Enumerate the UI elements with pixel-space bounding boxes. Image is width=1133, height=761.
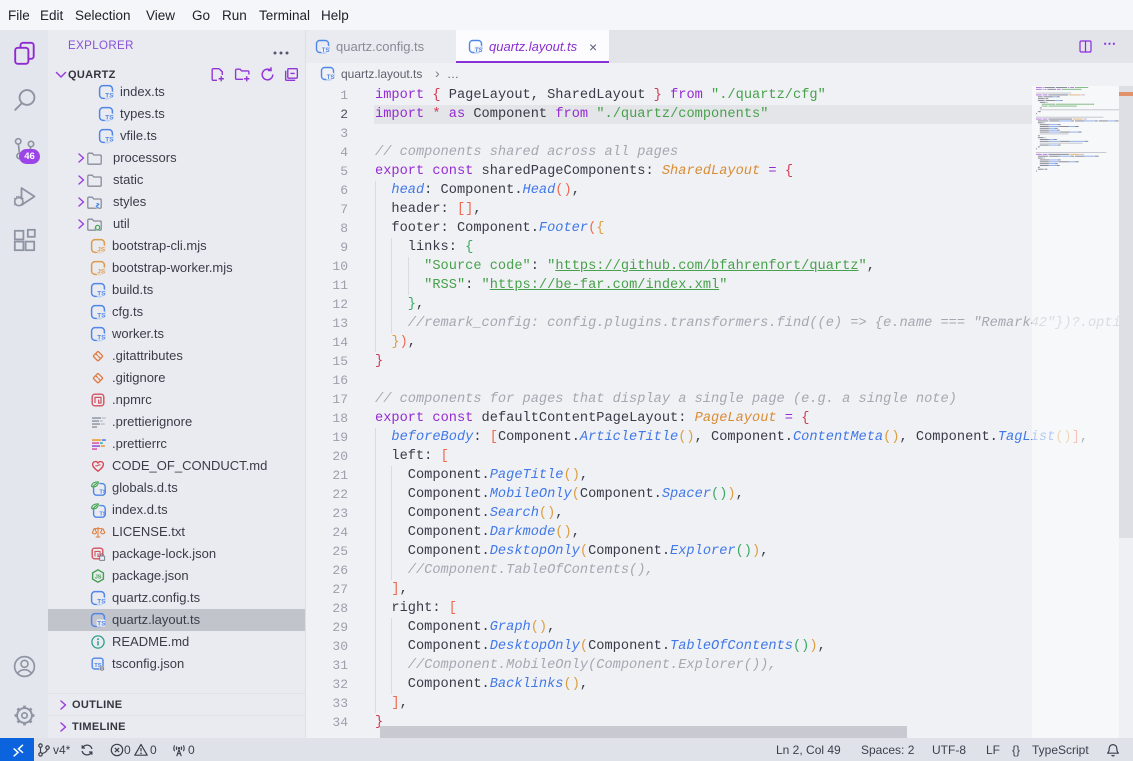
svg-text:TS: TS [327,75,335,81]
svg-text:JS: JS [95,575,102,581]
svg-text:TS: TS [97,621,106,628]
svg-text:JS: JS [97,247,106,254]
svg-text:TS: TS [97,335,106,342]
svg-text:TS: TS [322,48,330,54]
svg-text:TS: TS [99,490,106,496]
svg-text:TS: TS [475,48,483,54]
svg-text:JS: JS [97,269,106,276]
svg-text:TS: TS [105,137,114,144]
svg-text:TS: TS [105,115,114,122]
svg-text:TS: TS [97,313,106,320]
svg-text:TS: TS [97,599,106,606]
svg-text:TS: TS [99,512,106,518]
svg-text:TS: TS [105,93,114,100]
svg-text:TS: TS [97,291,106,298]
